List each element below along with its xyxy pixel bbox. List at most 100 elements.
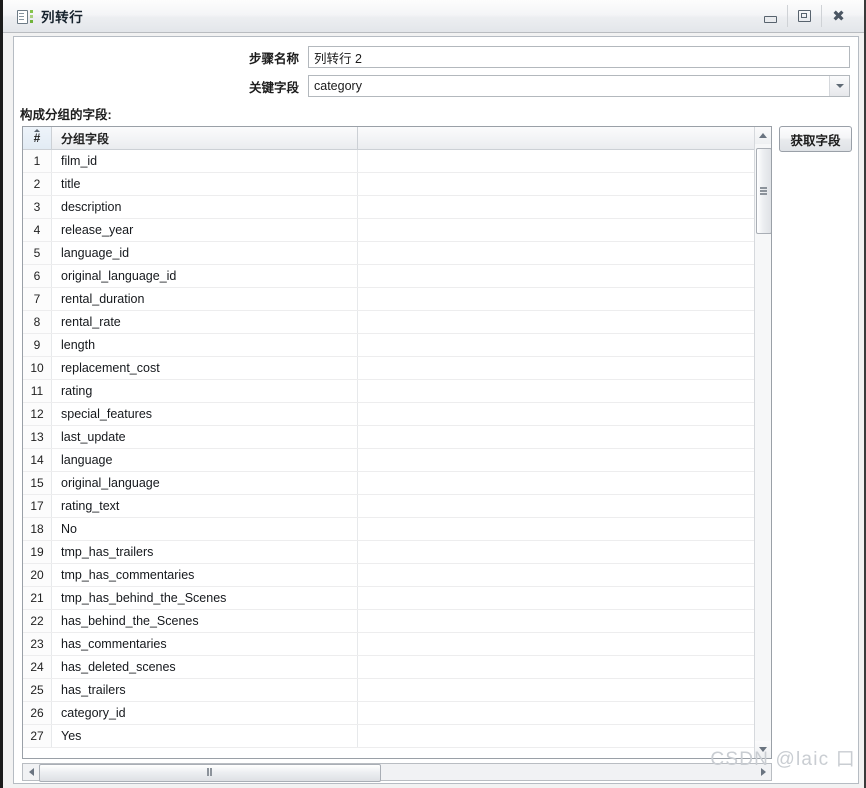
table-row[interactable]: 14 language — [23, 449, 771, 472]
scroll-right-icon[interactable] — [755, 764, 771, 780]
minimize-icon — [764, 15, 777, 23]
table-row[interactable]: 25 has_trailers — [23, 679, 771, 702]
spare-cell — [358, 357, 771, 379]
key-field-input[interactable] — [308, 75, 850, 97]
minimize-button[interactable] — [754, 5, 787, 27]
group-field-cell[interactable]: tmp_has_trailers — [52, 541, 358, 563]
table-row[interactable]: 26 category_id — [23, 702, 771, 725]
table-row[interactable]: 21 tmp_has_behind_the_Scenes — [23, 587, 771, 610]
group-field-cell[interactable]: rental_duration — [52, 288, 358, 310]
table-row[interactable]: 10 replacement_cost — [23, 357, 771, 380]
horizontal-scrollbar-thumb[interactable] — [39, 764, 381, 782]
table-row[interactable]: 19 tmp_has_trailers — [23, 541, 771, 564]
horizontal-scrollbar-track[interactable] — [39, 764, 755, 782]
group-field-cell[interactable]: length — [52, 334, 358, 356]
step-name-input[interactable] — [308, 46, 850, 68]
table-row[interactable]: 9 length — [23, 334, 771, 357]
table-row[interactable]: 22 has_behind_the_Scenes — [23, 610, 771, 633]
group-field-cell[interactable]: has_deleted_scenes — [52, 656, 358, 678]
group-field-cell[interactable]: No — [52, 518, 358, 540]
table-row[interactable]: 5 language_id — [23, 242, 771, 265]
table-row[interactable]: 6 original_language_id — [23, 265, 771, 288]
close-button[interactable]: ✖ — [821, 5, 855, 27]
group-field-cell[interactable]: tmp_has_commentaries — [52, 564, 358, 586]
table-row[interactable]: 4 release_year — [23, 219, 771, 242]
spare-cell — [358, 403, 771, 425]
table-row[interactable]: 3 description — [23, 196, 771, 219]
row-index-cell: 2 — [23, 173, 52, 195]
table-row[interactable]: 7 rental_duration — [23, 288, 771, 311]
chevron-down-icon[interactable] — [829, 76, 849, 96]
table-body: 1 film_id 2 title 3 description 4 release_year 5… — [23, 150, 771, 758]
get-fields-button[interactable]: 获取字段 — [779, 126, 852, 152]
scroll-up-icon[interactable] — [755, 127, 771, 144]
table-row[interactable]: 23 has_commentaries — [23, 633, 771, 656]
spare-cell — [358, 173, 771, 195]
group-field-cell[interactable]: release_year — [52, 219, 358, 241]
column-header-spare — [358, 127, 771, 149]
scroll-down-icon[interactable] — [755, 741, 771, 758]
spare-cell — [358, 380, 771, 402]
row-index-cell: 27 — [23, 725, 52, 747]
table-row[interactable]: 20 tmp_has_commentaries — [23, 564, 771, 587]
group-field-cell[interactable]: description — [52, 196, 358, 218]
row-index-cell: 11 — [23, 380, 52, 402]
spare-cell — [358, 426, 771, 448]
row-index-cell: 17 — [23, 495, 52, 517]
row-index-cell: 8 — [23, 311, 52, 333]
group-field-cell[interactable]: tmp_has_behind_the_Scenes — [52, 587, 358, 609]
row-index-cell: 15 — [23, 472, 52, 494]
group-field-cell[interactable]: rental_rate — [52, 311, 358, 333]
scroll-left-icon[interactable] — [23, 764, 39, 780]
table-row[interactable]: 18 No — [23, 518, 771, 541]
table-row[interactable]: 27 Yes — [23, 725, 771, 748]
step-name-label: 步骤名称 — [248, 51, 299, 66]
step-name-row: 步骤名称 — [14, 46, 850, 68]
maximize-icon — [798, 10, 811, 22]
group-field-cell[interactable]: replacement_cost — [52, 357, 358, 379]
column-header-group-field[interactable]: 分组字段 — [52, 127, 358, 149]
key-field-combo[interactable] — [308, 75, 850, 97]
spare-cell — [358, 633, 771, 655]
row-index-cell: 3 — [23, 196, 52, 218]
spare-cell — [358, 587, 771, 609]
group-field-cell[interactable]: last_update — [52, 426, 358, 448]
table-row[interactable]: 17 rating_text — [23, 495, 771, 518]
group-field-cell[interactable]: language_id — [52, 242, 358, 264]
row-index-cell: 10 — [23, 357, 52, 379]
vertical-scrollbar-thumb[interactable] — [756, 148, 771, 234]
table-row[interactable]: 11 rating — [23, 380, 771, 403]
group-field-cell[interactable]: special_features — [52, 403, 358, 425]
table-row[interactable]: 12 special_features — [23, 403, 771, 426]
group-field-cell[interactable]: category_id — [52, 702, 358, 724]
spare-cell — [358, 449, 771, 471]
column-header-index-label: # — [33, 131, 41, 145]
row-index-cell: 26 — [23, 702, 52, 724]
table-row[interactable]: 15 original_language — [23, 472, 771, 495]
group-field-cell[interactable]: has_behind_the_Scenes — [52, 610, 358, 632]
row-index-cell: 7 — [23, 288, 52, 310]
group-field-cell[interactable]: original_language_id — [52, 265, 358, 287]
spare-cell — [358, 564, 771, 586]
table-row[interactable]: 2 title — [23, 173, 771, 196]
group-field-cell[interactable]: has_trailers — [52, 679, 358, 701]
group-field-cell[interactable]: Yes — [52, 725, 358, 747]
window-controls: ✖ — [754, 3, 855, 29]
horizontal-scrollbar[interactable] — [22, 763, 772, 782]
spare-cell — [358, 150, 771, 172]
group-field-cell[interactable]: rating — [52, 380, 358, 402]
group-field-cell[interactable]: original_language — [52, 472, 358, 494]
row-index-cell: 18 — [23, 518, 52, 540]
group-field-cell[interactable]: has_commentaries — [52, 633, 358, 655]
column-header-index[interactable]: # — [23, 127, 52, 149]
group-field-cell[interactable]: title — [52, 173, 358, 195]
table-row[interactable]: 1 film_id — [23, 150, 771, 173]
maximize-button[interactable] — [787, 5, 821, 27]
group-field-cell[interactable]: rating_text — [52, 495, 358, 517]
vertical-scrollbar[interactable] — [754, 127, 771, 758]
table-row[interactable]: 8 rental_rate — [23, 311, 771, 334]
table-row[interactable]: 13 last_update — [23, 426, 771, 449]
group-field-cell[interactable]: language — [52, 449, 358, 471]
group-field-cell[interactable]: film_id — [52, 150, 358, 172]
table-row[interactable]: 24 has_deleted_scenes — [23, 656, 771, 679]
